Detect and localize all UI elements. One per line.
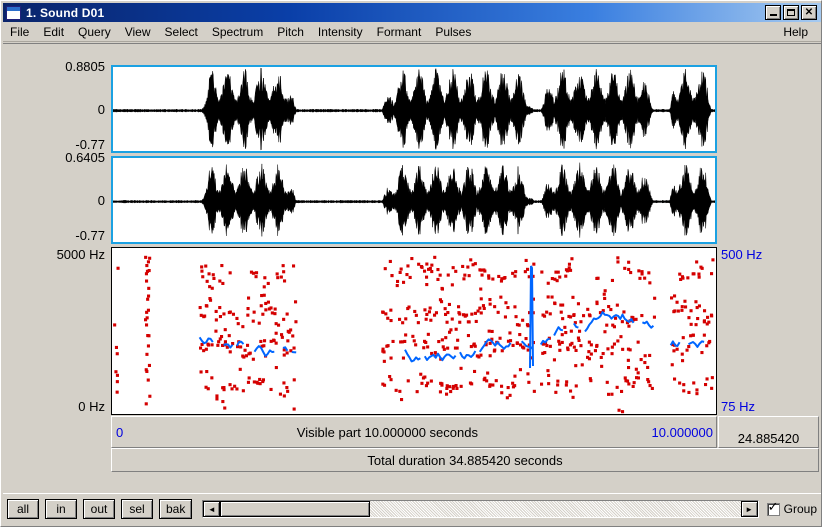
menu-item-query[interactable]: Query	[71, 23, 118, 41]
menu-item-intensity[interactable]: Intensity	[311, 23, 370, 41]
pitch-max-label: 500 Hz	[721, 247, 763, 262]
minimize-icon	[769, 14, 777, 16]
analysis-panel[interactable]	[111, 247, 717, 415]
total-duration-label: Total duration 34.885420 seconds	[367, 452, 563, 468]
menu-bar: File Edit Query View Select Spectrum Pit…	[3, 22, 821, 42]
maximize-button[interactable]	[783, 5, 799, 20]
zoom-sel-button[interactable]: sel	[121, 499, 153, 519]
praat-sound-window: 1. Sound D01 ✕ File Edit Query View Sele…	[0, 0, 822, 527]
menu-item-file[interactable]: File	[3, 23, 36, 41]
waveform-channel-2	[113, 162, 715, 238]
scroll-left-arrow-icon[interactable]: ◄	[203, 501, 221, 517]
window-controls: ✕	[765, 5, 819, 20]
window-icon	[6, 5, 21, 20]
close-icon: ✕	[804, 6, 814, 18]
pitch-min-label: 75 Hz	[721, 399, 755, 414]
waveform-panel-channel-1[interactable]	[111, 65, 717, 153]
visible-end-label: 10.000000	[651, 424, 713, 440]
remainder-box[interactable]: 24.885420	[718, 416, 819, 448]
spectrogram-min-label: 0 Hz	[78, 399, 105, 414]
waveform-channel-1	[113, 67, 715, 151]
scroll-right-arrow-icon[interactable]: ►	[740, 501, 758, 517]
scrollbar-thumb[interactable]	[220, 501, 371, 517]
group-checkbox[interactable]	[766, 501, 780, 516]
menu-item-edit[interactable]: Edit	[36, 23, 71, 41]
minimize-button[interactable]	[765, 5, 781, 20]
visible-start-label: 0	[116, 424, 124, 440]
menu-item-pitch[interactable]: Pitch	[270, 23, 311, 41]
zoom-out-button[interactable]: out	[83, 499, 115, 519]
menu-item-formant[interactable]: Formant	[370, 23, 429, 41]
horizontal-scrollbar[interactable]: ◄ ►	[202, 500, 759, 518]
zoom-in-button[interactable]: in	[45, 499, 77, 519]
menu-item-select[interactable]: Select	[158, 23, 205, 41]
channel-1-zero-label: 0	[97, 102, 105, 117]
menu-item-pulses[interactable]: Pulses	[428, 23, 478, 41]
menu-item-help[interactable]: Help	[776, 23, 815, 41]
zoom-all-button[interactable]: all	[7, 499, 39, 519]
close-button[interactable]: ✕	[801, 5, 817, 20]
channel-1-max-label: 0.8805	[65, 59, 105, 74]
channel-2-max-label: 0.6405	[65, 150, 105, 165]
pitch-formant-plot	[113, 255, 715, 414]
editor-client-area: 0.8805 0 -0.77 0.6405 0 -0.77 5000 Hz 0 …	[3, 43, 821, 493]
menu-item-view[interactable]: View	[118, 23, 158, 41]
bottom-toolbar: all in out sel bak ◄ ► Group	[3, 493, 821, 524]
group-checkbox-wrapper[interactable]: Group	[763, 501, 817, 516]
maximize-icon	[787, 9, 795, 16]
visible-part-bar[interactable]: 0 Visible part 10.000000 seconds 10.0000…	[111, 416, 717, 448]
remainder-label: 24.885420	[737, 431, 800, 446]
left-gutter	[3, 416, 111, 472]
spectrogram-max-label: 5000 Hz	[56, 247, 105, 262]
visible-part-label: Visible part 10.000000 seconds	[296, 424, 478, 440]
waveform-panel-channel-2[interactable]	[111, 156, 717, 244]
zoom-bak-button[interactable]: bak	[159, 499, 193, 519]
channel-2-min-label: -0.77	[75, 228, 105, 243]
menu-item-spectrum[interactable]: Spectrum	[205, 23, 270, 41]
total-duration-bar[interactable]: Total duration 34.885420 seconds	[111, 448, 819, 472]
scrollbar-track[interactable]	[370, 501, 740, 517]
title-bar: 1. Sound D01 ✕	[3, 3, 821, 22]
window-title: 1. Sound D01	[26, 5, 105, 20]
group-label: Group	[783, 502, 817, 516]
channel-2-zero-label: 0	[97, 193, 105, 208]
